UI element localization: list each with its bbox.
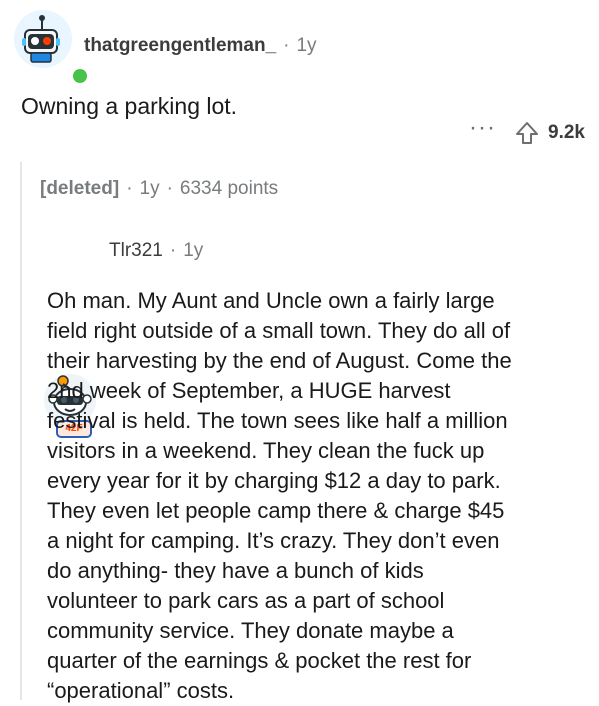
reply-thread: [deleted] · 1y · 6334 points 42F Tlr321 … xyxy=(0,162,599,703)
author-username[interactable]: thatgreengentleman_ xyxy=(84,35,276,57)
robot-avatar-icon xyxy=(14,10,72,68)
reply-meta: Tlr321 · 1y xyxy=(109,240,203,262)
reply-text-line: a night for camping. It’s crazy. They do… xyxy=(47,528,500,553)
deleted-comment-meta: [deleted] · 1y · 6334 points xyxy=(40,178,278,200)
upvote-button[interactable]: 9.2k xyxy=(514,120,585,146)
reply-text-line: every year for it by charging $12 a day … xyxy=(47,468,501,493)
thread-line[interactable] xyxy=(20,162,22,700)
reply-text-line: 2nd week of September, a HUGE harvest xyxy=(47,378,451,403)
reply-text-line: “operational” costs. xyxy=(47,678,235,703)
comment-age: 1y xyxy=(296,35,317,56)
user-avatar[interactable] xyxy=(14,10,89,85)
comment-text: Owning a parking lot. xyxy=(21,93,238,119)
comment-actions: ··· 9.2k xyxy=(469,116,585,146)
reply-text-line: field right outside of a small town. The… xyxy=(47,318,511,343)
online-status-icon xyxy=(71,67,89,85)
meta-separator: · xyxy=(126,178,133,199)
reply-text: Oh man. My Aunt and Uncle own a fairly l… xyxy=(47,286,582,706)
reply-text-line: their harvesting by the end of August. C… xyxy=(47,348,512,373)
reply-text-line: volunteer to park cars as a part of scho… xyxy=(47,588,445,613)
reply-text-line: Oh man. My Aunt and Uncle own a fairly l… xyxy=(47,288,495,313)
reply-text-line: quarter of the earnings & pocket the res… xyxy=(47,648,472,673)
reply-text-line: do anything- they have a bunch of kids xyxy=(47,558,424,583)
top-comment: thatgreengentleman_ · 1y Owning a parkin… xyxy=(0,0,599,175)
deleted-user: [deleted] xyxy=(40,178,120,199)
meta-separator: · xyxy=(166,178,173,199)
reply-author-username[interactable]: Tlr321 xyxy=(109,240,163,262)
comment-points: 6334 points xyxy=(179,178,279,199)
meta-separator: · xyxy=(283,35,290,56)
meta-separator: · xyxy=(169,240,177,261)
comment-meta: thatgreengentleman_ · 1y xyxy=(84,35,317,57)
reply-text-line: festival is held. The town sees like hal… xyxy=(47,408,508,433)
more-options-icon[interactable]: ··· xyxy=(469,116,496,140)
deleted-comment-age: 1y xyxy=(139,178,160,199)
reply-age: 1y xyxy=(183,240,204,261)
reply-text-line: visitors in a weekend. They clean the fu… xyxy=(47,438,485,463)
upvote-count: 9.2k xyxy=(548,122,585,143)
upvote-icon xyxy=(516,122,539,144)
reply-text-line: They even let people camp there & charge… xyxy=(47,498,505,523)
reply-text-line: community service. They donate maybe a xyxy=(47,618,454,643)
